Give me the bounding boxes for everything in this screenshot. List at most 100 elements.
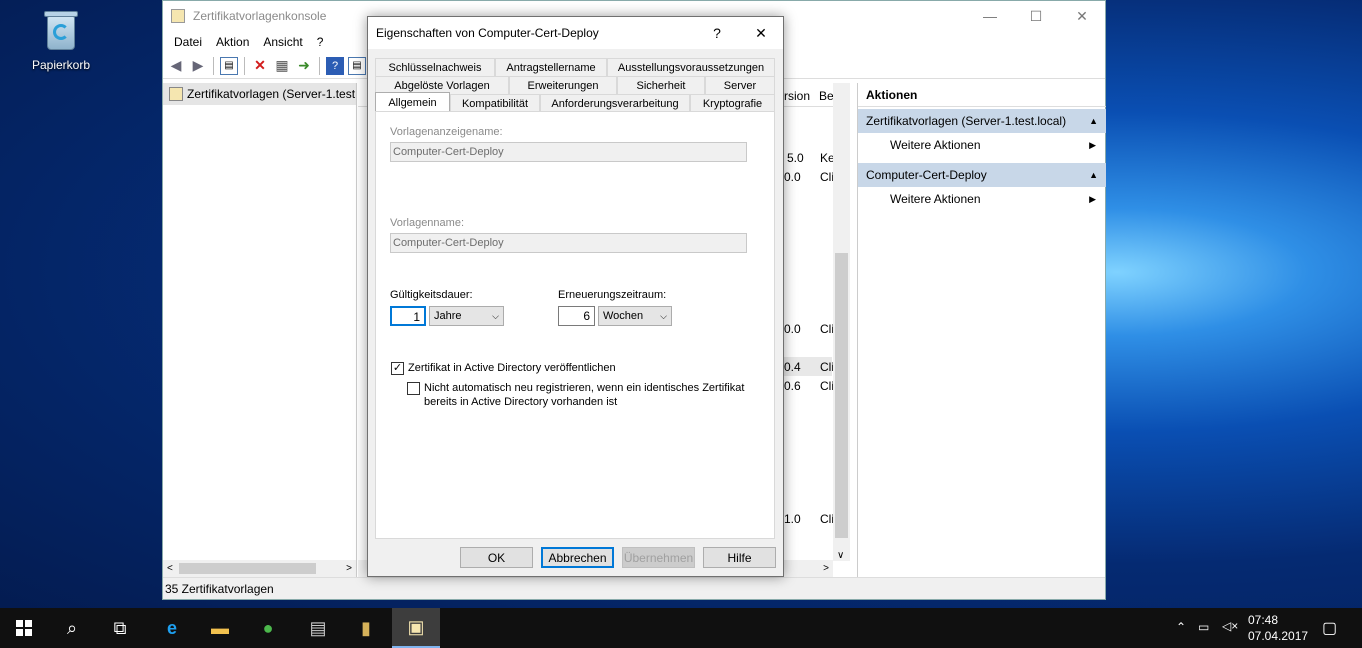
tab-kryptografie[interactable]: Kryptografie (690, 94, 775, 112)
tab-schluesselnachweis[interactable]: Schlüsselnachweis (375, 58, 495, 76)
scroll-right-arrow[interactable]: > (346, 563, 352, 574)
internet-explorer-icon[interactable]: e (148, 608, 196, 648)
row-purpose[interactable]: Cli (820, 322, 834, 336)
tab-anforderungsverarbeitung[interactable]: Anforderungsverarbeitung (540, 94, 690, 112)
clock-date[interactable]: 07.04.2017 (1248, 629, 1308, 643)
renewal-unit-select[interactable]: Wochen ⌵ (598, 306, 672, 326)
maximize-button[interactable]: ☐ (1013, 1, 1059, 31)
back-icon[interactable]: ◀ (167, 57, 185, 75)
collapse-icon[interactable]: ▲ (1089, 116, 1098, 126)
menu-datei[interactable]: Datei (167, 35, 209, 49)
export-icon[interactable]: ➜ (295, 57, 313, 75)
collapse-icon[interactable]: ▲ (1089, 170, 1098, 180)
template-name-field[interactable]: Computer-Cert-Deploy (390, 233, 747, 253)
minimize-button[interactable]: — (967, 1, 1013, 31)
tab-server[interactable]: Server (705, 76, 775, 94)
no-reenroll-checkbox[interactable] (407, 382, 420, 395)
row-version[interactable]: 0.0 (784, 322, 801, 336)
ok-button[interactable]: OK (460, 547, 533, 568)
windows-logo-icon (16, 620, 32, 636)
task-view-icon[interactable]: ⧉ (96, 608, 144, 648)
row-purpose[interactable]: Cli (820, 170, 834, 184)
more-actions-template[interactable]: Weitere Aktionen ▶ (858, 187, 1106, 211)
actions-section-templates[interactable]: Zertifikatvorlagen (Server-1.test.local)… (858, 109, 1106, 133)
validity-unit-select[interactable]: Jahre ⌵ (429, 306, 504, 326)
row-purpose[interactable]: Cli (820, 379, 834, 393)
console-tree-icon[interactable]: ▤ (220, 56, 238, 75)
network-icon[interactable]: ▭ (1198, 620, 1209, 634)
submenu-arrow-icon: ▶ (1089, 193, 1096, 204)
server-manager-icon[interactable]: ▤ (294, 608, 342, 648)
scroll-left-arrow[interactable]: < (167, 563, 173, 574)
more-actions-templates[interactable]: Weitere Aktionen ▶ (858, 133, 1106, 157)
recycle-bin-shortcut[interactable]: Papierkorb (20, 8, 102, 72)
scroll-right-arrow[interactable]: > (823, 563, 829, 574)
search-icon[interactable]: ⌕ (48, 608, 96, 648)
apply-button[interactable]: Übernehmen (622, 547, 695, 568)
certificate-templates-console-taskbar-icon[interactable]: ▣ (392, 608, 440, 648)
action-center-icon[interactable]: ▢ (1322, 618, 1337, 638)
speaker-muted-icon[interactable]: ◁× (1222, 619, 1238, 633)
column-header-version[interactable]: rsion (784, 89, 810, 103)
validity-period-value[interactable]: 1 (390, 306, 426, 326)
status-bar: 35 Zertifikatvorlagen (163, 577, 1105, 599)
row-version[interactable]: 1.0 (784, 512, 801, 526)
tree-horizontal-scrollbar[interactable]: < > (163, 560, 356, 577)
actions-header: Aktionen (858, 83, 1106, 107)
actions-pane: Aktionen Zertifikatvorlagen (Server-1.te… (857, 83, 1106, 577)
column-header-purpose[interactable]: Be (819, 89, 834, 103)
dialog-help-button[interactable]: ? (695, 17, 739, 49)
clock-time[interactable]: 07:48 (1248, 613, 1278, 627)
template-name-label: Vorlagenname: (390, 217, 464, 229)
certificate-templates-icon (169, 87, 183, 101)
submenu-arrow-icon: ▶ (1089, 139, 1096, 150)
list-vertical-scrollbar[interactable]: ∨ (833, 83, 850, 561)
row-purpose[interactable]: Cli (820, 512, 834, 526)
chevron-up-icon[interactable]: ⌃ (1176, 620, 1186, 634)
taskbar: ⌕ ⧉ e ▬ ● ▤ ▮ ▣ ⌃ ▭ ◁× 07:48 07.04.2017 … (0, 608, 1362, 648)
row-purpose[interactable]: Cli (820, 360, 834, 374)
display-name-field[interactable]: Computer-Cert-Deploy (390, 142, 747, 162)
renewal-period-label: Erneuerungszeitraum: (558, 289, 667, 301)
tab-ausstellungsvoraussetzungen[interactable]: Ausstellungsvoraussetzungen (607, 58, 775, 76)
tab-sicherheit[interactable]: Sicherheit (617, 76, 705, 94)
no-reenroll-label-line2: bereits in Active Directory vorhanden is… (424, 396, 618, 408)
tree-node-certificate-templates[interactable]: Zertifikatvorlagen (Server-1.test.local) (163, 83, 356, 105)
properties-icon[interactable]: ▦ (273, 57, 291, 75)
menu-help[interactable]: ? (310, 35, 331, 49)
delete-icon[interactable]: ✕ (251, 57, 269, 75)
general-tab-panel: Vorlagenanzeigename: Computer-Cert-Deplo… (375, 111, 775, 539)
chevron-down-icon: ⌵ (492, 310, 499, 321)
chevron-down-icon: ⌵ (660, 310, 667, 321)
console-tree-pane: Zertifikatvorlagen (Server-1.test.local)… (163, 83, 357, 577)
recycle-bin-label: Papierkorb (31, 58, 91, 72)
close-button[interactable]: ✕ (1059, 1, 1105, 31)
forward-icon[interactable]: ▶ (189, 57, 207, 75)
dialog-close-button[interactable]: ✕ (739, 17, 783, 49)
row-version[interactable]: 0.4 (784, 360, 801, 374)
publish-ad-label: Zertifikat in Active Directory veröffent… (408, 362, 616, 374)
row-version[interactable]: 5.0 (787, 151, 804, 165)
display-name-label: Vorlagenanzeigename: (390, 126, 503, 138)
tab-allgemein[interactable]: Allgemein (375, 92, 450, 112)
row-version[interactable]: 0.6 (784, 379, 801, 393)
file-explorer-icon[interactable]: ▬ (196, 608, 244, 648)
renewal-period-value[interactable]: 6 (558, 306, 595, 326)
network-globe-icon[interactable]: ● (244, 608, 292, 648)
recycle-bin-icon (41, 8, 81, 52)
row-version[interactable]: 0.0 (784, 170, 801, 184)
dialog-help-action-button[interactable]: Hilfe (703, 547, 776, 568)
show-hide-action-pane-icon[interactable]: ▤ (348, 56, 366, 75)
menu-ansicht[interactable]: Ansicht (256, 35, 309, 49)
publish-ad-checkbox[interactable]: ✓ (391, 362, 404, 375)
start-button[interactable] (0, 608, 48, 648)
menu-aktion[interactable]: Aktion (209, 35, 256, 49)
scroll-down-arrow[interactable]: ∨ (837, 550, 844, 561)
tab-antragstellername[interactable]: Antragstellername (495, 58, 607, 76)
certificate-tool-icon[interactable]: ▮ (342, 608, 390, 648)
tab-erweiterungen[interactable]: Erweiterungen (509, 76, 617, 94)
cancel-button[interactable]: Abbrechen (541, 547, 614, 568)
actions-section-template[interactable]: Computer-Cert-Deploy ▲ (858, 163, 1106, 187)
help-icon[interactable]: ? (326, 56, 344, 75)
tab-kompatibilitaet[interactable]: Kompatibilität (450, 94, 540, 112)
